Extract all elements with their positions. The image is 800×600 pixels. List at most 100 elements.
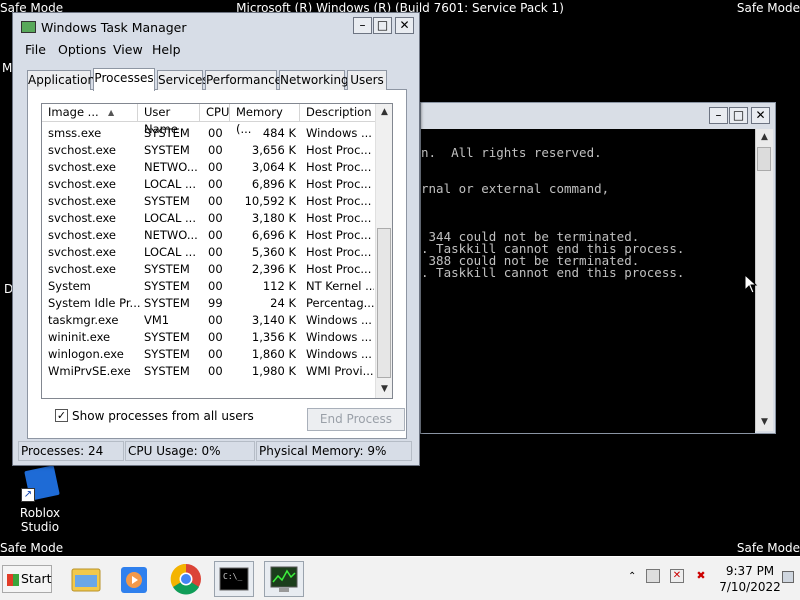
media-player-icon[interactable] [114,561,154,597]
process-row[interactable]: winlogon.exe SYSTEM 00 1,860 K Windows ... [42,346,376,363]
process-mem-cell: 1,980 K [251,364,296,378]
menu-view[interactable]: View [113,42,143,57]
status-bar: Processes: 24 CPU Usage: 0% Physical Mem… [18,441,414,461]
process-image-cell: svchost.exe [48,211,117,225]
tab-applications[interactable]: Applications [27,70,101,90]
process-row[interactable]: svchost.exe NETWO... 00 6,696 K Host Proc... [42,227,376,244]
column-header-image[interactable]: Image ... ▲ [42,104,138,122]
process-row[interactable]: svchost.exe SYSTEM 00 10,592 K Host Proc... [42,193,376,210]
process-list-scrollbar[interactable]: ▲ ▼ [375,104,392,398]
maximize-button[interactable]: □ [729,107,748,124]
menu-help[interactable]: Help [152,42,181,57]
process-user-cell: SYSTEM [144,347,190,361]
process-mem-cell: 112 K [262,279,296,293]
task-manager-icon[interactable] [264,561,304,597]
end-process-button[interactable]: End Process [307,408,405,431]
scroll-down-icon[interactable]: ▼ [376,381,392,398]
process-row[interactable]: svchost.exe SYSTEM 00 2,396 K Host Proc... [42,261,376,278]
status-cpu: CPU Usage: 0% [125,441,255,461]
show-hidden-icons-icon[interactable]: ⌃ [628,571,636,582]
column-header-memory[interactable]: Memory (... [230,104,300,136]
process-row[interactable]: taskmgr.exe VM1 00 3,140 K Windows ... [42,312,376,329]
process-row[interactable]: smss.exe SYSTEM 00 484 K Windows ... [42,125,376,142]
process-desc-cell: Host Proc... [306,177,372,191]
maximize-button[interactable]: □ [373,17,392,34]
tab-processes[interactable]: Processes [93,68,155,91]
close-button[interactable]: ✕ [395,17,414,34]
cmd-window[interactable]: – □ ✕ n. All rights reserved. rnal or ex… [420,102,776,434]
column-header-user[interactable]: User Name [138,104,200,136]
process-user-cell: SYSTEM [144,143,190,157]
process-image-cell: winlogon.exe [48,347,124,361]
process-row[interactable]: System Idle Pr... SYSTEM 99 24 K Percentag..… [42,295,376,312]
process-image-cell: smss.exe [48,126,102,140]
tab-services[interactable]: Services [157,70,209,90]
clock[interactable]: 9:37 PM 7/10/2022 [714,563,786,595]
cmd-console[interactable]: n. All rights reserved. rnal or external… [421,129,755,433]
process-user-cell: SYSTEM [144,296,190,310]
process-image-cell: wininit.exe [48,330,111,344]
mouse-cursor-icon [744,274,758,294]
process-row[interactable]: WmiPrvSE.exe SYSTEM 00 1,980 K WMI Provi... [42,363,376,380]
start-button[interactable]: Start [2,565,52,593]
process-row[interactable]: svchost.exe LOCAL ... 00 3,180 K Host Proc..… [42,210,376,227]
status-processes: Processes: 24 [18,441,124,461]
desktop-icon-label: Roblox Studio [19,506,61,534]
column-header-cpu[interactable]: CPU [200,104,230,122]
process-row[interactable]: svchost.exe LOCAL ... 00 5,360 K Host Proc..… [42,244,376,261]
scroll-thumb[interactable] [377,228,391,378]
desktop-icon-roblox-studio[interactable]: ↗ Roblox Studio [0,465,80,534]
show-all-users-label[interactable]: Show processes from all users [72,409,254,423]
cmd-icon[interactable]: C:\_ [214,561,254,597]
process-row[interactable]: svchost.exe LOCAL ... 00 6,896 K Host Proc..… [42,176,376,193]
process-cpu-cell: 00 [208,160,223,174]
process-image-cell: svchost.exe [48,177,117,191]
console-line: . Taskkill cannot end this process. [421,265,685,280]
show-all-users-checkbox[interactable]: ✓ [55,409,68,422]
tab-users[interactable]: Users [347,70,387,90]
process-cpu-cell: 00 [208,228,223,242]
minimize-button[interactable]: – [353,17,372,34]
column-header-description[interactable]: Description [300,104,376,122]
process-row[interactable]: svchost.exe NETWO... 00 3,064 K Host Proc... [42,159,376,176]
process-image-cell: svchost.exe [48,143,117,157]
process-list[interactable]: Image ... ▲ User Name CPU Memory (... De… [41,103,393,399]
process-user-cell: LOCAL ... [144,211,196,225]
process-cpu-cell: 00 [208,313,223,327]
scroll-up-icon[interactable]: ▲ [376,104,392,121]
process-desc-cell: Host Proc... [306,245,372,259]
minimize-button[interactable]: – [709,107,728,124]
volume-muted-icon[interactable]: ✖ [694,569,708,583]
close-button[interactable]: ✕ [751,107,770,124]
safe-mode-label: Safe Mode [736,1,800,15]
process-mem-cell: 6,696 K [251,228,296,242]
tab-networking[interactable]: Networking [279,70,349,90]
process-cpu-cell: 00 [208,279,223,293]
process-row[interactable]: System SYSTEM 00 112 K NT Kernel ... [42,278,376,295]
process-mem-cell: 3,180 K [251,211,296,225]
process-desc-cell: Percentag... [306,296,374,310]
explorer-icon[interactable] [66,561,106,597]
process-user-cell: NETWO... [144,228,198,242]
action-center-icon[interactable]: ✕ [670,569,684,583]
chrome-icon[interactable] [166,561,206,597]
scroll-down-icon[interactable]: ▼ [756,414,773,431]
menu-options[interactable]: Options [58,42,106,57]
process-row[interactable]: wininit.exe SYSTEM 00 1,356 K Windows ... [42,329,376,346]
task-manager-window[interactable]: Windows Task Manager – □ ✕ File Options … [12,12,420,466]
process-cpu-cell: 00 [208,194,223,208]
desktop-label-fragment: M [2,61,13,75]
scroll-thumb[interactable] [757,147,771,171]
tab-performance[interactable]: Performance [205,70,282,90]
process-image-cell: svchost.exe [48,245,117,259]
process-cpu-cell: 00 [208,330,223,344]
process-user-cell: SYSTEM [144,330,190,344]
network-icon[interactable] [646,569,660,583]
process-image-cell: System [48,279,91,293]
show-desktop-button[interactable] [782,571,794,583]
process-mem-cell: 10,592 K [244,194,296,208]
menu-file[interactable]: File [25,42,46,57]
process-desc-cell: Host Proc... [306,160,372,174]
scroll-up-icon[interactable]: ▲ [756,129,773,146]
process-row[interactable]: svchost.exe SYSTEM 00 3,656 K Host Proc... [42,142,376,159]
